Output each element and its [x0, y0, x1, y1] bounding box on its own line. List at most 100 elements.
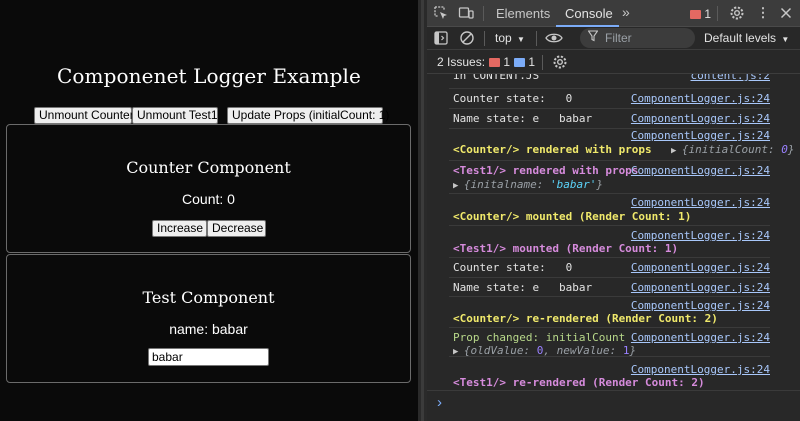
error-count: 1	[503, 55, 511, 69]
log-levels-label: Default levels	[704, 31, 777, 45]
error-badge-icon	[489, 58, 500, 67]
console-prompt[interactable]: ›	[427, 390, 800, 415]
update-props-button[interactable]: Update Props (initialCount: 1)	[227, 107, 389, 124]
device-toolbar-icon[interactable]	[458, 5, 474, 21]
more-tabs-icon[interactable]: »	[622, 4, 638, 20]
kebab-menu-icon[interactable]: ⋮	[755, 5, 771, 21]
devtools-panel: Elements Console » 1 ⋮ top ▼ Filter Defa…	[427, 0, 800, 421]
test-title: Test Component	[142, 288, 275, 307]
issues-bar: 2 Issues: 1 1	[427, 50, 800, 74]
issues-label: 2 Issues:	[437, 55, 486, 69]
console-message: ComponentLogger.js:24 <Counter/> re-rend…	[449, 296, 770, 327]
separator	[717, 6, 718, 21]
name-text: name: babar	[169, 321, 248, 337]
issues-counter[interactable]: 1	[690, 7, 711, 21]
source-link[interactable]: ComponentLogger.js:24	[631, 196, 770, 209]
tab-console[interactable]: Console	[565, 6, 613, 21]
counter-title: Counter Component	[126, 158, 291, 177]
app-pane: Componenet Logger Example Unmount Counte…	[0, 0, 418, 421]
object-key: initialCount	[688, 143, 768, 156]
console-message: Name state: e babar ComponentLogger.js:2…	[449, 108, 770, 128]
gear-icon[interactable]	[552, 54, 568, 70]
console-message: ComponentLogger.js:24 <Counter/> rendere…	[449, 128, 794, 160]
message-text: Name state: e babar	[453, 112, 593, 125]
tab-elements[interactable]: Elements	[496, 6, 550, 21]
unmount-test1-button[interactable]: Unmount Test1	[132, 107, 218, 124]
console-message: in CONTENT.JS content.js:2	[449, 74, 770, 83]
info-badge-icon	[514, 58, 525, 67]
console-message: Name state: e babar ComponentLogger.js:2…	[449, 277, 770, 296]
console-message: <Test1/> rendered with props ComponentLo…	[449, 160, 770, 193]
name-input[interactable]	[148, 348, 269, 366]
page-title: Componenet Logger Example	[57, 64, 361, 88]
close-icon[interactable]	[778, 5, 794, 21]
expand-triangle-icon: ▶	[671, 146, 682, 156]
separator	[483, 6, 484, 21]
console-message: Counter state: 0 ComponentLogger.js:24	[449, 257, 770, 277]
gear-icon[interactable]	[729, 5, 745, 21]
message-text: in CONTENT.JS	[453, 74, 540, 82]
log-levels-dropdown[interactable]: Default levels ▼	[704, 31, 789, 45]
message-text: <Test1/> re-rendered (Render Count: 2)	[453, 376, 705, 389]
source-link[interactable]: ComponentLogger.js:24	[631, 363, 770, 376]
expand-triangle-icon: ▶	[453, 181, 464, 191]
object-preview[interactable]: ▶ {initialCount: 0}	[671, 143, 794, 156]
resize-handle[interactable]	[421, 0, 424, 421]
object-preview[interactable]: ▶ {initalname: 'babar'}	[453, 178, 603, 191]
object-key: initalname	[470, 178, 537, 191]
separator	[484, 31, 485, 46]
object-value: 0	[781, 143, 788, 156]
issues-infos[interactable]: 1	[514, 55, 535, 69]
message-text: <Counter/> re-rendered (Render Count: 2)	[453, 312, 718, 325]
caret-down-icon: ▼	[781, 35, 790, 44]
console-message: Counter state: 0 ComponentLogger.js:24	[449, 88, 770, 108]
source-link[interactable]: ComponentLogger.js:24	[631, 112, 770, 125]
message-text: <Counter/> mounted (Render Count: 1)	[453, 210, 692, 223]
info-count: 1	[528, 55, 536, 69]
sidebar-toggle-icon[interactable]	[433, 30, 449, 46]
source-link[interactable]: ComponentLogger.js:24	[631, 229, 770, 242]
source-link[interactable]: ComponentLogger.js:24	[631, 281, 770, 294]
unmount-counter-button[interactable]: Unmount Counter	[34, 107, 134, 124]
console-toolbar: top ▼ Filter Default levels ▼	[427, 27, 800, 50]
separator	[542, 55, 543, 70]
source-link[interactable]: ComponentLogger.js:24	[631, 299, 770, 312]
prompt-chevron-icon: ›	[437, 394, 442, 411]
console-message: ComponentLogger.js:24 <Test1/> mounted (…	[449, 225, 770, 257]
message-text: Prop changed: initialCount	[453, 331, 626, 344]
decrease-button[interactable]: Decrease	[207, 220, 266, 237]
caret-down-icon: ▼	[517, 35, 525, 44]
source-link[interactable]: content.js:2	[691, 74, 770, 82]
message-text: Counter state: 0	[453, 92, 573, 105]
source-link[interactable]: ComponentLogger.js:24	[631, 92, 770, 105]
context-label: top	[495, 31, 512, 45]
console-log-area: in CONTENT.JS content.js:2 Counter state…	[427, 74, 800, 421]
devtools-tabbar: Elements Console » 1 ⋮	[427, 0, 800, 27]
message-text: Counter state: 0	[453, 261, 573, 274]
source-link[interactable]: ComponentLogger.js:24	[631, 331, 770, 344]
source-link[interactable]: ComponentLogger.js:24	[631, 129, 770, 142]
filter-placeholder: Filter	[605, 31, 632, 45]
inspect-element-icon[interactable]	[433, 5, 449, 21]
source-link[interactable]: ComponentLogger.js:24	[631, 164, 770, 177]
message-text: <Counter/> rendered with props	[453, 143, 652, 156]
clear-console-icon[interactable]	[459, 30, 475, 46]
test-card: Test Component name: babar	[6, 254, 411, 383]
separator	[536, 31, 537, 46]
context-selector[interactable]: top ▼	[495, 31, 525, 45]
count-text: Count: 0	[182, 191, 235, 207]
error-badge-icon	[690, 10, 701, 19]
eye-icon[interactable]	[545, 30, 563, 46]
issue-count: 1	[704, 7, 712, 21]
console-message: ComponentLogger.js:24 <Test1/> re-render…	[449, 356, 770, 390]
issues-errors[interactable]: 1	[489, 55, 510, 69]
console-message: Prop changed: initialCount ComponentLogg…	[449, 327, 770, 357]
filter-icon	[587, 30, 599, 45]
counter-card: Counter Component Count: 0 Increase Decr…	[6, 124, 411, 253]
filter-input[interactable]: Filter	[580, 28, 695, 48]
object-value: 'babar'	[549, 178, 597, 191]
message-text: <Test1/> mounted (Render Count: 1)	[453, 242, 679, 255]
increase-button[interactable]: Increase	[152, 220, 207, 237]
message-text: <Test1/> rendered with props	[453, 164, 639, 177]
source-link[interactable]: ComponentLogger.js:24	[631, 261, 770, 274]
